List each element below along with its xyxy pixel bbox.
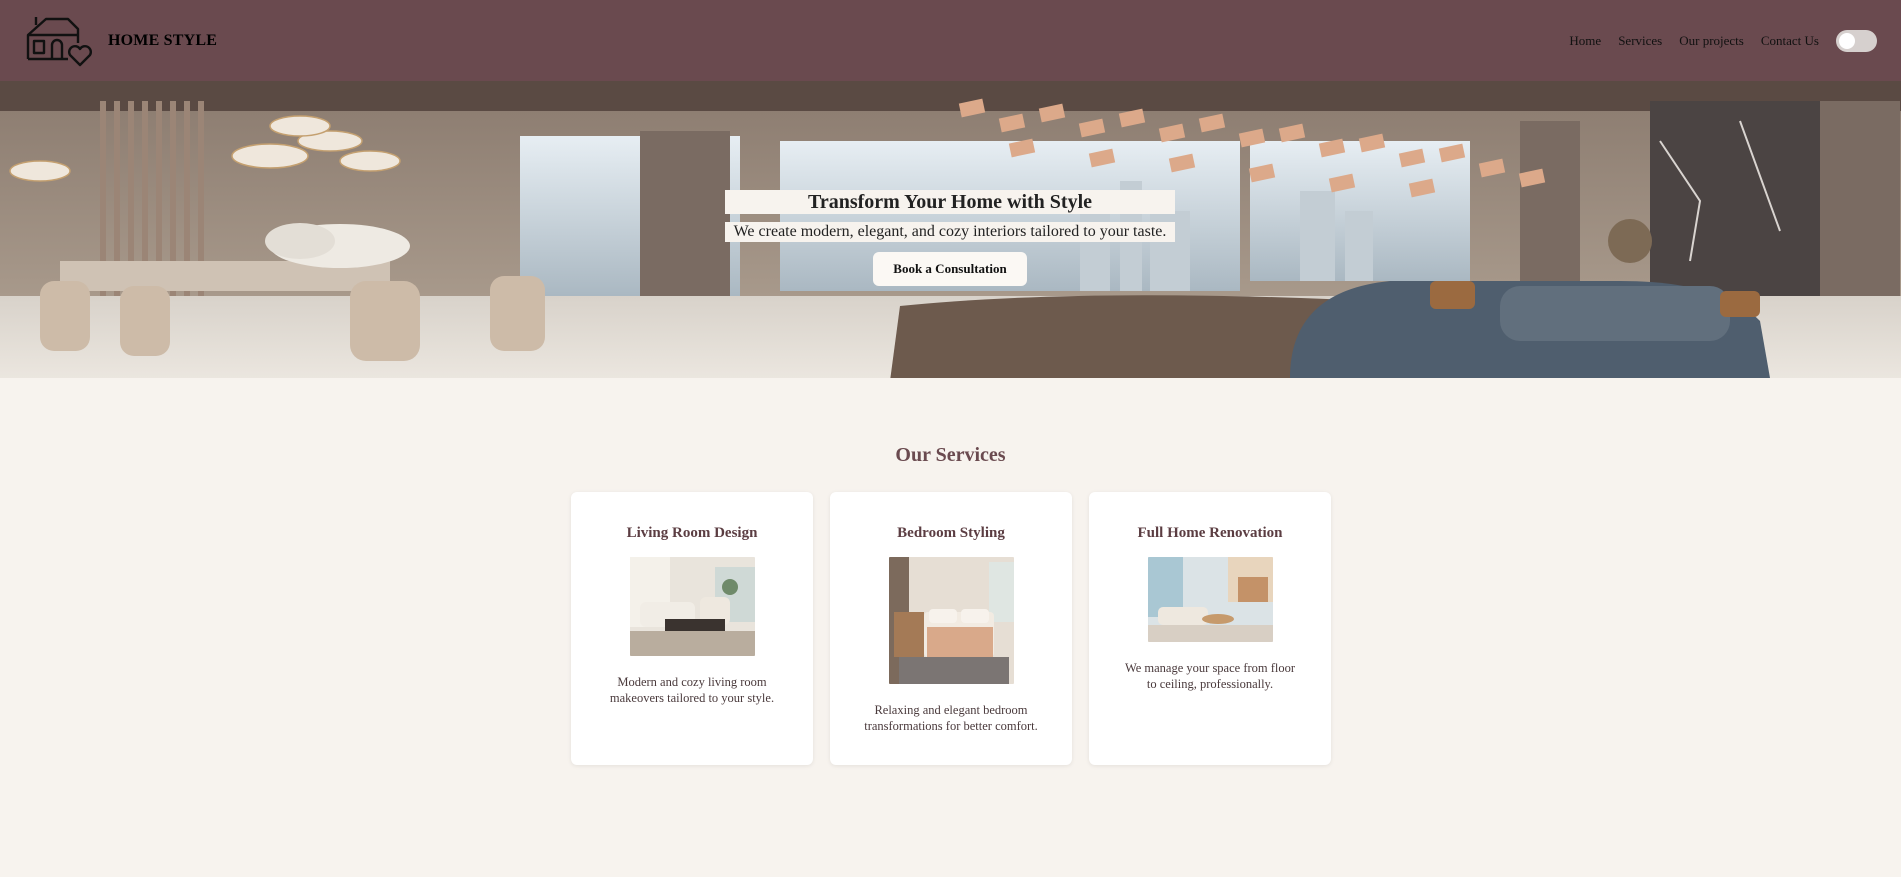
- service-card-description: Relaxing and elegant bedroom transformat…: [864, 703, 1038, 733]
- hero-banner: Transform Your Home with Style We create…: [0, 81, 1901, 378]
- house-heart-icon: [26, 16, 93, 66]
- service-card-description: Modern and cozy living room makeovers ta…: [609, 675, 775, 705]
- bedroom-image: [888, 557, 1014, 684]
- service-card-description: We manage your space from floor to ceili…: [1124, 661, 1296, 691]
- nav-home-link[interactable]: Home: [1569, 33, 1601, 49]
- book-consultation-button[interactable]: Book a Consultation: [873, 252, 1027, 286]
- services-heading: Our Services: [895, 444, 1006, 466]
- service-card-bedroom[interactable]: Bedroom Styling Relaxing and elegant bed…: [830, 492, 1072, 765]
- hero-title: Transform Your Home with Style: [725, 190, 1175, 214]
- service-card-title: Bedroom Styling: [897, 525, 1005, 541]
- renovation-image: [1147, 557, 1273, 642]
- hero-content: Transform Your Home with Style We create…: [725, 190, 1175, 286]
- toggle-knob: [1839, 32, 1855, 49]
- services-cards: Living Room Design Modern and cozy livin…: [571, 492, 1331, 765]
- brand[interactable]: HOME STYLE: [24, 13, 217, 69]
- nav-projects-link[interactable]: Our projects: [1679, 33, 1744, 49]
- main-nav: Home Services Our projects Contact Us: [1569, 29, 1877, 52]
- brand-name: HOME STYLE: [108, 31, 218, 49]
- service-card-title: Living Room Design: [626, 525, 758, 541]
- nav-services-link[interactable]: Services: [1618, 33, 1662, 49]
- living-room-image: [629, 557, 755, 656]
- service-card-title: Full Home Renovation: [1137, 525, 1283, 541]
- service-card-living-room[interactable]: Living Room Design Modern and cozy livin…: [571, 492, 813, 765]
- hero-subtitle: We create modern, elegant, and cozy inte…: [725, 222, 1175, 242]
- site-header: HOME STYLE Home Services Our projects Co…: [0, 0, 1901, 81]
- nav-contact-link[interactable]: Contact Us: [1761, 33, 1819, 49]
- service-card-full-renovation[interactable]: Full Home Renovation We manage your spac…: [1089, 492, 1331, 765]
- theme-toggle[interactable]: [1836, 29, 1877, 52]
